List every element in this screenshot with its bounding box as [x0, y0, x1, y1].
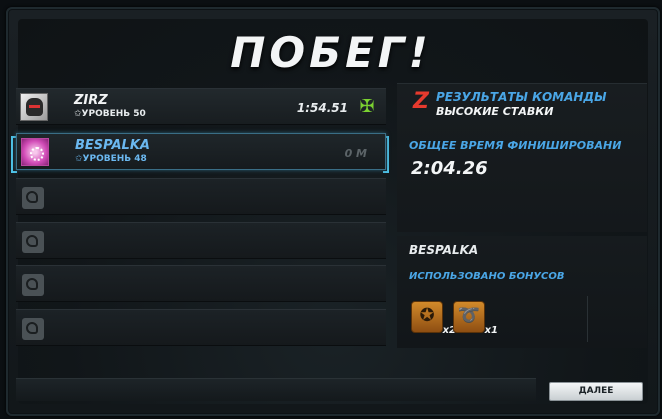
divider [587, 296, 588, 342]
team-emblem-icon: Z [413, 89, 429, 114]
player-name: ZIRZ [74, 93, 108, 108]
bonuses-used-label: ИСПОЛЬЗОВАНО БОНУСОВ [409, 271, 565, 282]
empty-player-slot [16, 265, 386, 302]
player-level: ✩УРОВЕНЬ 48 [75, 154, 147, 164]
helmet-icon [22, 274, 44, 296]
player-name: BESPALKA [75, 138, 150, 153]
player-avatar [20, 93, 48, 121]
player-time: 1:54.51 [296, 101, 348, 115]
helmet-icon [22, 318, 44, 340]
bottom-bar [16, 378, 536, 401]
team-results-title: РЕЗУЛЬТАТЫ КОМАНДЫ [436, 90, 607, 104]
empty-player-slot [16, 222, 386, 259]
player-level: ✩УРОВЕНЬ 50 [74, 109, 146, 119]
next-button[interactable]: ДАЛЕЕ [549, 382, 643, 401]
bonus-count: x1 [484, 325, 498, 336]
empty-player-slot [16, 178, 386, 215]
helmet-icon [22, 231, 44, 253]
helmet-icon [22, 187, 44, 209]
team-results-panel: Z РЕЗУЛЬТАТЫ КОМАНДЫ ВЫСОКИЕ СТАВКИ ОБЩЕ… [397, 83, 647, 232]
star-wheel-icon: ✪ x2 [411, 301, 456, 336]
finished-icon: ✠ [359, 96, 375, 117]
total-finish-time-label: ОБЩЕЕ ВРЕМЯ ФИНИШИРОВАНИ [409, 139, 622, 152]
team-results-subtitle: ВЫСОКИЕ СТАВКИ [436, 105, 554, 118]
player-row-2[interactable]: BESPALKA ✩УРОВЕНЬ 48 0 M [16, 133, 386, 170]
empty-player-slot [16, 309, 386, 346]
player-distance: 0 M [344, 147, 367, 160]
player-avatar [21, 138, 49, 166]
page-title: ПОБЕГ! [230, 28, 432, 77]
bonuses-panel: BESPALKA ИСПОЛЬЗОВАНО БОНУСОВ ✪ x2 ➰ x1 [397, 236, 647, 348]
player-row-1[interactable]: ZIRZ ✩УРОВЕНЬ 50 1:54.51 ✠ [16, 88, 386, 125]
nitro-swirl-icon: ➰ x1 [453, 301, 498, 336]
total-finish-time: 2:04.26 [411, 158, 488, 179]
bonus-player-name: BESPALKA [409, 243, 479, 257]
